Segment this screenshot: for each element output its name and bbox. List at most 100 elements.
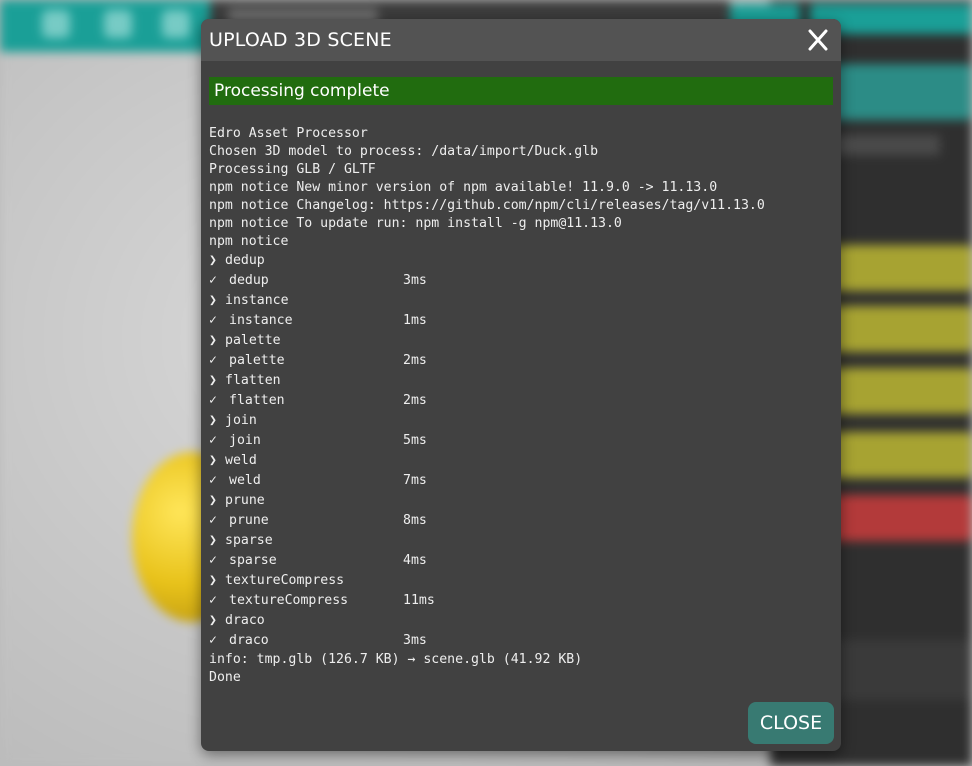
- log-step-start: ❯ palette: [209, 331, 833, 351]
- log-line: npm notice New minor version of npm avai…: [209, 179, 833, 197]
- step-name: join: [229, 433, 261, 448]
- log-text: npm notice: [209, 234, 289, 249]
- step-time: 11ms: [403, 593, 435, 608]
- step-name: sparse: [229, 553, 277, 568]
- log-step-done: ✓ dedup 3ms: [209, 271, 833, 291]
- chevron-right-icon: ❯: [209, 373, 217, 388]
- check-icon: ✓: [209, 433, 217, 448]
- log-step-start: ❯ flatten: [209, 371, 833, 391]
- log-step-start: ❯ weld: [209, 451, 833, 471]
- log-step-start: ❯ join: [209, 411, 833, 431]
- check-icon: ✓: [209, 513, 217, 528]
- log-text: Done: [209, 670, 241, 685]
- log-step-start: ❯ dedup: [209, 251, 833, 271]
- status-text: Processing complete: [214, 81, 390, 101]
- log-step-done: ✓ textureCompress 11ms: [209, 591, 833, 611]
- chevron-right-icon: ❯: [209, 253, 217, 268]
- check-icon: ✓: [209, 273, 217, 288]
- log-line: Done: [209, 669, 833, 687]
- log-line: Chosen 3D model to process: /data/import…: [209, 143, 833, 161]
- log-step-done: ✓ draco 3ms: [209, 631, 833, 651]
- step-time: 2ms: [403, 353, 427, 368]
- log-line: Edro Asset Processor: [209, 125, 833, 143]
- check-icon: ✓: [209, 313, 217, 328]
- step-name: prune: [229, 513, 269, 528]
- log-step-done: ✓ prune 8ms: [209, 511, 833, 531]
- log-line: npm notice Changelog: https://github.com…: [209, 197, 833, 215]
- log-text: Processing GLB / GLTF: [209, 162, 376, 177]
- log-line: npm notice To update run: npm install -g…: [209, 215, 833, 233]
- step-name: instance: [229, 313, 293, 328]
- step-name: weld: [229, 473, 261, 488]
- chevron-right-icon: ❯: [209, 613, 217, 628]
- log-text: npm notice To update run: npm install -g…: [209, 216, 622, 231]
- toolbar-icon: [42, 10, 70, 38]
- check-icon: ✓: [209, 353, 217, 368]
- toolbar-icon: [104, 10, 132, 38]
- step-time: 3ms: [403, 633, 427, 648]
- step-name: join: [225, 413, 257, 428]
- step-name: instance: [225, 293, 289, 308]
- check-icon: ✓: [209, 593, 217, 608]
- upload-scene-dialog: UPLOAD 3D SCENE Processing complete Edro…: [201, 19, 841, 751]
- log-step-start: ❯ textureCompress: [209, 571, 833, 591]
- check-icon: ✓: [209, 393, 217, 408]
- chevron-right-icon: ❯: [209, 573, 217, 588]
- log-step-start: ❯ sparse: [209, 531, 833, 551]
- step-name: prune: [225, 493, 265, 508]
- log-line: npm notice: [209, 233, 833, 251]
- chevron-right-icon: ❯: [209, 413, 217, 428]
- log-text: Edro Asset Processor: [209, 126, 368, 141]
- chevron-right-icon: ❯: [209, 533, 217, 548]
- toolbar-icon: [162, 10, 190, 38]
- log-step-start: ❯ prune: [209, 491, 833, 511]
- step-name: textureCompress: [225, 573, 345, 588]
- step-name: palette: [229, 353, 285, 368]
- close-button[interactable]: CLOSE: [748, 702, 834, 744]
- step-time: 5ms: [403, 433, 427, 448]
- dialog-header: UPLOAD 3D SCENE: [201, 19, 841, 61]
- log-text: npm notice New minor version of npm avai…: [209, 180, 718, 195]
- status-banner: Processing complete: [209, 77, 833, 105]
- log-line: info: tmp.glb (126.7 KB) → scene.glb (41…: [209, 651, 833, 669]
- step-time: 7ms: [403, 473, 427, 488]
- chevron-right-icon: ❯: [209, 453, 217, 468]
- check-icon: ✓: [209, 633, 217, 648]
- step-name: dedup: [225, 253, 265, 268]
- step-time: 8ms: [403, 513, 427, 528]
- step-name: dedup: [229, 273, 269, 288]
- chevron-right-icon: ❯: [209, 293, 217, 308]
- dialog-title: UPLOAD 3D SCENE: [209, 29, 392, 51]
- step-name: sparse: [225, 533, 273, 548]
- step-name: weld: [225, 453, 257, 468]
- check-icon: ✓: [209, 553, 217, 568]
- log-step-done: ✓ weld 7ms: [209, 471, 833, 491]
- log-line: Processing GLB / GLTF: [209, 161, 833, 179]
- step-name: draco: [225, 613, 265, 628]
- step-time: 4ms: [403, 553, 427, 568]
- step-time: 1ms: [403, 313, 427, 328]
- step-time: 2ms: [403, 393, 427, 408]
- log-step-start: ❯ instance: [209, 291, 833, 311]
- chevron-right-icon: ❯: [209, 333, 217, 348]
- log-step-done: ✓ join 5ms: [209, 431, 833, 451]
- log-text: info: tmp.glb (126.7 KB) → scene.glb (41…: [209, 652, 583, 667]
- step-time: 3ms: [403, 273, 427, 288]
- log-text: Chosen 3D model to process: /data/import…: [209, 144, 599, 159]
- step-name: textureCompress: [229, 593, 349, 608]
- chevron-right-icon: ❯: [209, 493, 217, 508]
- step-name: palette: [225, 333, 281, 348]
- log-step-done: ✓ palette 2ms: [209, 351, 833, 371]
- step-name: draco: [229, 633, 269, 648]
- log-step-done: ✓ flatten 2ms: [209, 391, 833, 411]
- background-toolbar: [0, 0, 210, 52]
- close-icon[interactable]: [803, 26, 833, 54]
- process-log: Edro Asset Processor Chosen 3D model to p…: [209, 125, 833, 687]
- check-icon: ✓: [209, 473, 217, 488]
- log-step-done: ✓ sparse 4ms: [209, 551, 833, 571]
- log-step-done: ✓ instance 1ms: [209, 311, 833, 331]
- step-name: flatten: [225, 373, 281, 388]
- log-text: npm notice Changelog: https://github.com…: [209, 198, 765, 213]
- log-step-start: ❯ draco: [209, 611, 833, 631]
- step-name: flatten: [229, 393, 285, 408]
